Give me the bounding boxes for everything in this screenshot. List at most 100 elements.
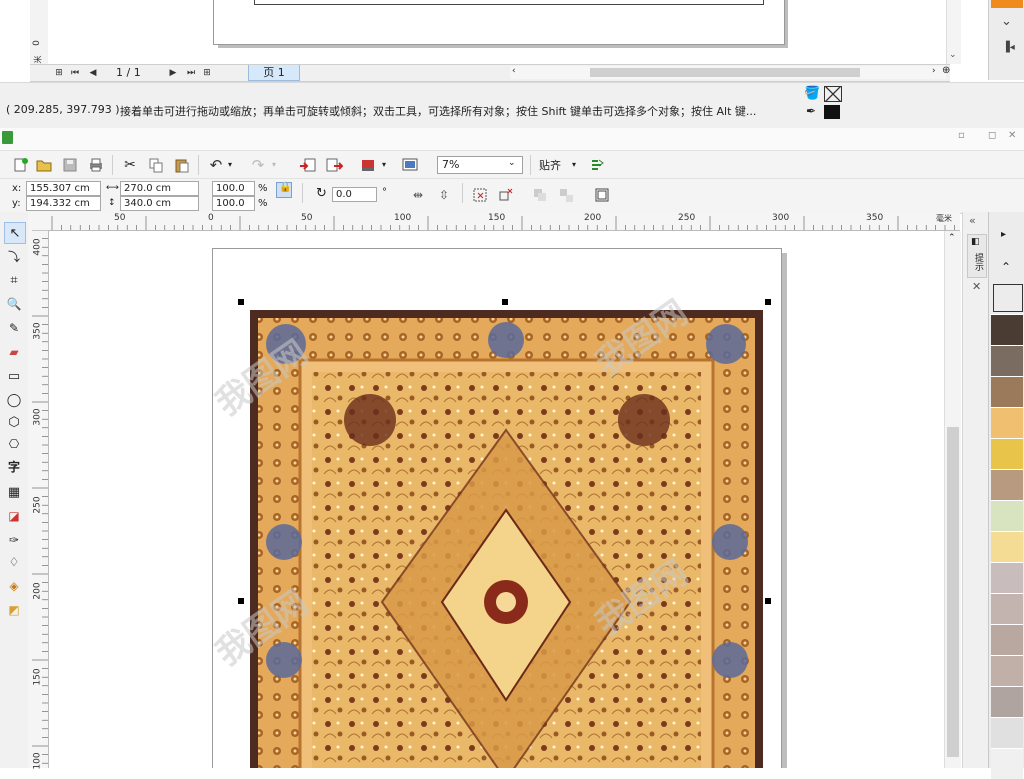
horizontal-scrollbar[interactable]: ‹ › [510,66,946,79]
palette-swatch[interactable] [991,500,1023,531]
fill-tool[interactable]: ◈ [4,576,24,596]
scale-width-field[interactable]: 100.0 [212,181,255,196]
palette-scroll-down-icon[interactable]: ⌄ [1001,14,1012,29]
scale-height-field[interactable]: 100.0 [212,196,255,211]
crop-tool[interactable]: ⌗ [4,270,24,290]
zoom-tool[interactable]: 🔍 [4,294,24,314]
interactive-effects-tool[interactable]: ◪ [4,506,24,526]
palette-swatch[interactable] [991,686,1023,717]
palette-swatch[interactable] [991,717,1023,748]
drawing-canvas[interactable]: 我图网 我图网 我图网 我图网 [49,231,944,768]
welcome-screen-button[interactable] [400,155,420,175]
ellipse-tool[interactable]: ◯ [4,390,24,410]
close-button[interactable]: ✕ [1008,130,1016,141]
vertical-ruler[interactable]: 400 350 300 250 200 150 100 [28,230,49,770]
fill-none-indicator[interactable] [824,86,842,102]
no-color-swatch[interactable] [993,284,1023,312]
palette-swatch[interactable] [991,469,1023,500]
outline-tool[interactable]: ♢ [4,552,24,572]
group-button[interactable] [470,185,490,205]
width-field[interactable]: 270.0 cm [120,181,199,196]
restore-button[interactable]: ◻ [988,130,996,141]
x-position-field[interactable]: 155.307 cm [26,181,101,196]
smart-fill-tool[interactable]: ▰ [4,342,24,362]
snap-dropdown-icon[interactable]: ▾ [572,160,576,169]
palette-swatch[interactable] [991,531,1023,562]
palette-swatch[interactable] [991,593,1023,624]
table-tool[interactable]: ▦ [4,482,24,502]
height-field[interactable]: 340.0 cm [120,196,199,211]
new-document-button[interactable] [10,155,30,175]
undo-button[interactable]: ↶ [206,155,226,175]
horizontal-ruler[interactable]: 50 0 50 100 150 200 250 300 350 毫米 [48,212,960,231]
prev-page-icon[interactable]: ◀ [86,65,100,81]
palette-swatch[interactable] [991,438,1023,469]
scroll-up-icon[interactable]: ⌃ [948,233,956,243]
publish-pdf-button[interactable] [358,155,378,175]
polygon-tool[interactable]: ⬡ [4,412,24,432]
selection-handle-middle-left[interactable] [238,598,244,604]
previous-vertical-scrollbar[interactable]: ⌄ [946,0,961,64]
scroll-right-icon[interactable]: › [932,66,936,76]
palette-swatch[interactable] [991,345,1023,376]
palette-swatch[interactable] [991,562,1023,593]
redo-dropdown-icon[interactable]: ▾ [272,160,276,169]
scroll-down-icon[interactable]: ⌄ [949,50,957,60]
vertical-scrollbar[interactable]: ⌃ [944,231,961,768]
palette-scroll-up-icon[interactable]: ⌃ [1001,260,1011,274]
interactive-fill-tool[interactable]: ◩ [4,600,24,620]
palette-swatch[interactable] [991,748,1023,779]
palette-end-icon[interactable]: ▐◂ [1002,42,1015,53]
hints-tab[interactable]: ◧ 提示 [967,234,987,278]
palette-swatch[interactable] [991,314,1023,345]
lock-ratio-button[interactable]: 🔒 [276,182,292,198]
save-button[interactable] [60,155,80,175]
tab-page-1[interactable]: 页 1 [248,65,300,81]
outline-pen-icon[interactable]: ✒ [806,104,816,118]
docker-close-icon[interactable]: ✕ [972,280,981,293]
ruler-corner[interactable] [28,212,49,231]
open-button[interactable] [34,155,54,175]
selection-handle-top-right[interactable] [765,299,771,305]
ungroup-button[interactable] [496,185,516,205]
add-page-icon[interactable]: ⊞ [52,65,66,81]
palette-swatch[interactable] [991,407,1023,438]
next-page-icon[interactable]: ▶ [166,65,180,81]
rectangle-tool[interactable]: ▭ [4,366,24,386]
import-button[interactable] [298,155,318,175]
pick-tool[interactable]: ↖ [4,222,26,244]
palette-swatch[interactable] [991,655,1023,686]
mirror-vertical-button[interactable]: ⇳ [434,185,454,205]
y-position-field[interactable]: 194.332 cm [26,196,101,211]
copy-button[interactable] [146,155,166,175]
paste-button[interactable] [172,155,192,175]
basic-shapes-tool[interactable]: ⎔ [4,434,24,454]
scroll-left-icon[interactable]: ‹ [512,66,516,76]
cut-button[interactable]: ✂ [120,155,140,175]
selection-handle-middle-right[interactable] [765,598,771,604]
export-button[interactable] [324,155,344,175]
print-button[interactable] [86,155,106,175]
carpet-design[interactable] [250,310,763,768]
combine-button[interactable] [530,185,550,205]
redo-button[interactable]: ↷ [248,155,268,175]
mirror-horizontal-button[interactable]: ⇹ [408,185,428,205]
vertical-scroll-thumb[interactable] [947,427,959,757]
minimize-button[interactable]: ▫ [958,130,965,141]
options-button[interactable] [588,155,608,175]
selection-handle-top-left[interactable] [238,299,244,305]
launcher-dropdown-icon[interactable]: ▾ [382,160,386,169]
horizontal-scroll-thumb[interactable] [590,68,860,77]
zoom-select[interactable]: 7% ⌄ [437,156,523,174]
first-page-icon[interactable]: ⏮ [68,65,82,81]
palette-swatch-orange[interactable] [991,0,1023,8]
undo-dropdown-icon[interactable]: ▾ [228,160,232,169]
snap-to-label[interactable]: 贴齐 [539,157,561,173]
docker-collapse-icon[interactable]: « [969,214,976,227]
rotation-angle-field[interactable]: 0.0 [332,187,377,202]
fill-bucket-icon[interactable]: 🪣 [804,86,820,101]
palette-scroll-top-icon[interactable]: ▸ [1001,229,1006,240]
add-page-after-icon[interactable]: ⊞ [200,65,214,81]
last-page-icon[interactable]: ⏭ [184,65,198,81]
palette-swatch[interactable] [991,624,1023,655]
